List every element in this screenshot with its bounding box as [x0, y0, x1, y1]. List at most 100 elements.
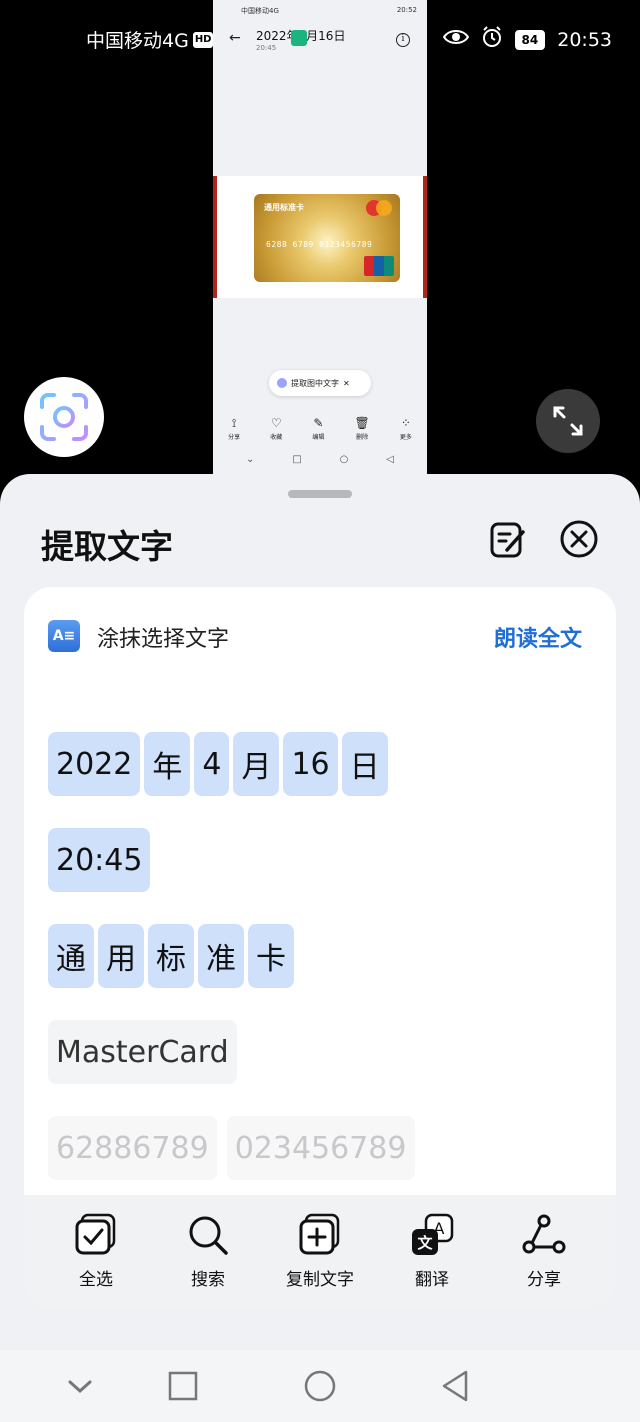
text-chip[interactable]: 通 [48, 924, 94, 988]
text-chip[interactable]: 日 [341, 732, 388, 796]
alarm-icon [481, 26, 503, 53]
text-chip[interactable]: 4 [194, 732, 230, 796]
preview-tool-label: 删除 [356, 434, 369, 441]
smear-select-icon[interactable]: A≡ [48, 620, 80, 652]
close-icon[interactable]: ✕ [343, 379, 350, 388]
share-button[interactable]: 分享 [494, 1213, 594, 1290]
edit-note-icon [490, 522, 525, 558]
search-label: 搜索 [191, 1269, 225, 1290]
battery-indicator: 84 [514, 29, 546, 50]
info-icon: i [396, 33, 410, 47]
scan-icon [40, 393, 88, 441]
text-panel: A≡ 涂抹选择文字 朗读全文 2022 年 4 月 16 日 20:45 通 用… [24, 587, 616, 1307]
eye-icon [442, 28, 469, 51]
more-icon: ⁘ [400, 416, 411, 430]
copy-icon [299, 1213, 340, 1254]
preview-tool-label: 更多 [399, 434, 412, 441]
close-circle-icon [560, 520, 598, 558]
preview-nav: ⌄ □ ○ ◁ [213, 454, 427, 465]
select-all-button[interactable]: 全选 [46, 1213, 146, 1290]
text-chip[interactable]: 用 [98, 924, 144, 988]
extract-text-sheet: 提取文字 A≡ 涂抹选择文字 朗读全文 2022 年 4 月 16 日 20:4… [0, 474, 640, 1422]
text-chip[interactable]: MasterCard [48, 1020, 237, 1084]
bank-card-image: 通用标准卡 6288 6789 0123456789 [254, 194, 400, 282]
status-bar-right: 84 20:53 [442, 26, 612, 53]
lens-button[interactable] [24, 377, 104, 457]
lens-icon [277, 378, 287, 388]
status-bar-left: 中国移动4G HD [86, 26, 214, 53]
back-arrow-icon: ← [229, 30, 241, 46]
smear-select-label[interactable]: 涂抹选择文字 [97, 621, 229, 653]
preview-tool-label: 收藏 [270, 434, 283, 441]
nav-home-button[interactable] [302, 1368, 338, 1404]
share-icon: ⟟ [231, 416, 237, 430]
preview-tool-label: 分享 [228, 434, 241, 441]
share-label: 分享 [527, 1269, 561, 1290]
action-bar: 全选 搜索 复制文字 A 文 翻译 分享 [24, 1195, 616, 1307]
share-icon [522, 1214, 566, 1253]
text-chip[interactable]: 16 [283, 732, 338, 796]
select-all-icon [75, 1213, 116, 1254]
expand-button[interactable] [536, 389, 600, 453]
text-chip[interactable]: 准 [198, 924, 244, 988]
preview-time: 20:52 [396, 6, 417, 14]
text-line: 20:45 [48, 828, 151, 892]
text-chip[interactable]: 年 [144, 732, 191, 796]
preview-favorite: ♡ 收藏 [270, 416, 282, 441]
system-nav-bar [0, 1350, 640, 1422]
hd-badge: HD [192, 31, 214, 48]
search-icon [189, 1216, 228, 1255]
translate-button[interactable]: A 文 翻译 [382, 1213, 482, 1290]
text-chip[interactable]: 62886789 [48, 1116, 217, 1180]
text-chip[interactable]: 2022 [48, 732, 141, 796]
nav-back-button[interactable] [438, 1368, 474, 1404]
preview-carrier: 中国移动4G [241, 7, 279, 15]
translate-label: 翻译 [415, 1269, 449, 1290]
translate-icon: A 文 [412, 1213, 454, 1255]
preview-share: ⟟ 分享 [228, 416, 240, 441]
text-chip[interactable]: 月 [233, 732, 280, 796]
mastercard-logo-icon [366, 200, 392, 216]
card-number: 6288 6789 0123456789 [266, 240, 373, 249]
svg-text:文: 文 [417, 1234, 433, 1252]
edit-icon: ✎ [313, 416, 324, 430]
extract-text-pill[interactable]: 提取图中文字 ✕ [269, 370, 371, 396]
clock: 20:53 [557, 28, 612, 51]
expand-icon [553, 406, 583, 436]
close-button[interactable] [559, 519, 599, 559]
preview-delete: 🗑 删除 [355, 416, 370, 441]
search-button[interactable]: 搜索 [158, 1213, 258, 1290]
heart-icon: ♡ [270, 416, 282, 430]
carrier-label: 中国移动4G [86, 30, 189, 52]
sheet-title: 提取文字 [41, 527, 173, 566]
preview-subtitle: 20:45 [256, 44, 277, 52]
preview-toolbar: ⟟ 分享 ♡ 收藏 ✎ 编辑 🗑 删除 ⁘ 更多 [213, 416, 427, 441]
square-icon: □ [292, 454, 302, 465]
shield-icon [291, 30, 307, 46]
preview-more: ⁘ 更多 [400, 416, 412, 441]
copy-text-button[interactable]: 复制文字 [270, 1213, 370, 1290]
copy-text-label: 复制文字 [286, 1269, 354, 1290]
select-all-label: 全选 [79, 1269, 113, 1290]
card-title: 通用标准卡 [264, 203, 304, 212]
drag-handle[interactable] [288, 490, 352, 498]
nav-recents-button[interactable] [165, 1368, 201, 1404]
circle-icon: ○ [339, 454, 349, 465]
screenshot-preview: 中国移动4G 20:52 ← 2022年4月16日 20:45 i 通用标准卡 … [213, 0, 427, 476]
text-chip[interactable]: 20:45 [48, 828, 151, 892]
edit-note-button[interactable] [490, 520, 526, 560]
read-all-button[interactable]: 朗读全文 [494, 621, 582, 653]
preview-photo: 通用标准卡 6288 6789 0123456789 [213, 176, 427, 298]
text-chip[interactable]: 卡 [248, 924, 294, 988]
text-line: 通 用 标 准 卡 [48, 924, 294, 988]
text-line: 62886789 023456789 [48, 1116, 415, 1180]
preview-tool-label: 编辑 [312, 434, 325, 441]
text-line: MasterCard [48, 1020, 237, 1084]
preview-edit: ✎ 编辑 [312, 416, 324, 441]
nav-hide-button[interactable] [62, 1368, 98, 1404]
text-line: 2022 年 4 月 16 日 [48, 732, 388, 796]
trash-icon: 🗑 [354, 416, 370, 430]
text-chip[interactable]: 标 [148, 924, 194, 988]
text-chip[interactable]: 023456789 [226, 1116, 415, 1180]
chevron-down-icon: ⌄ [245, 454, 255, 465]
